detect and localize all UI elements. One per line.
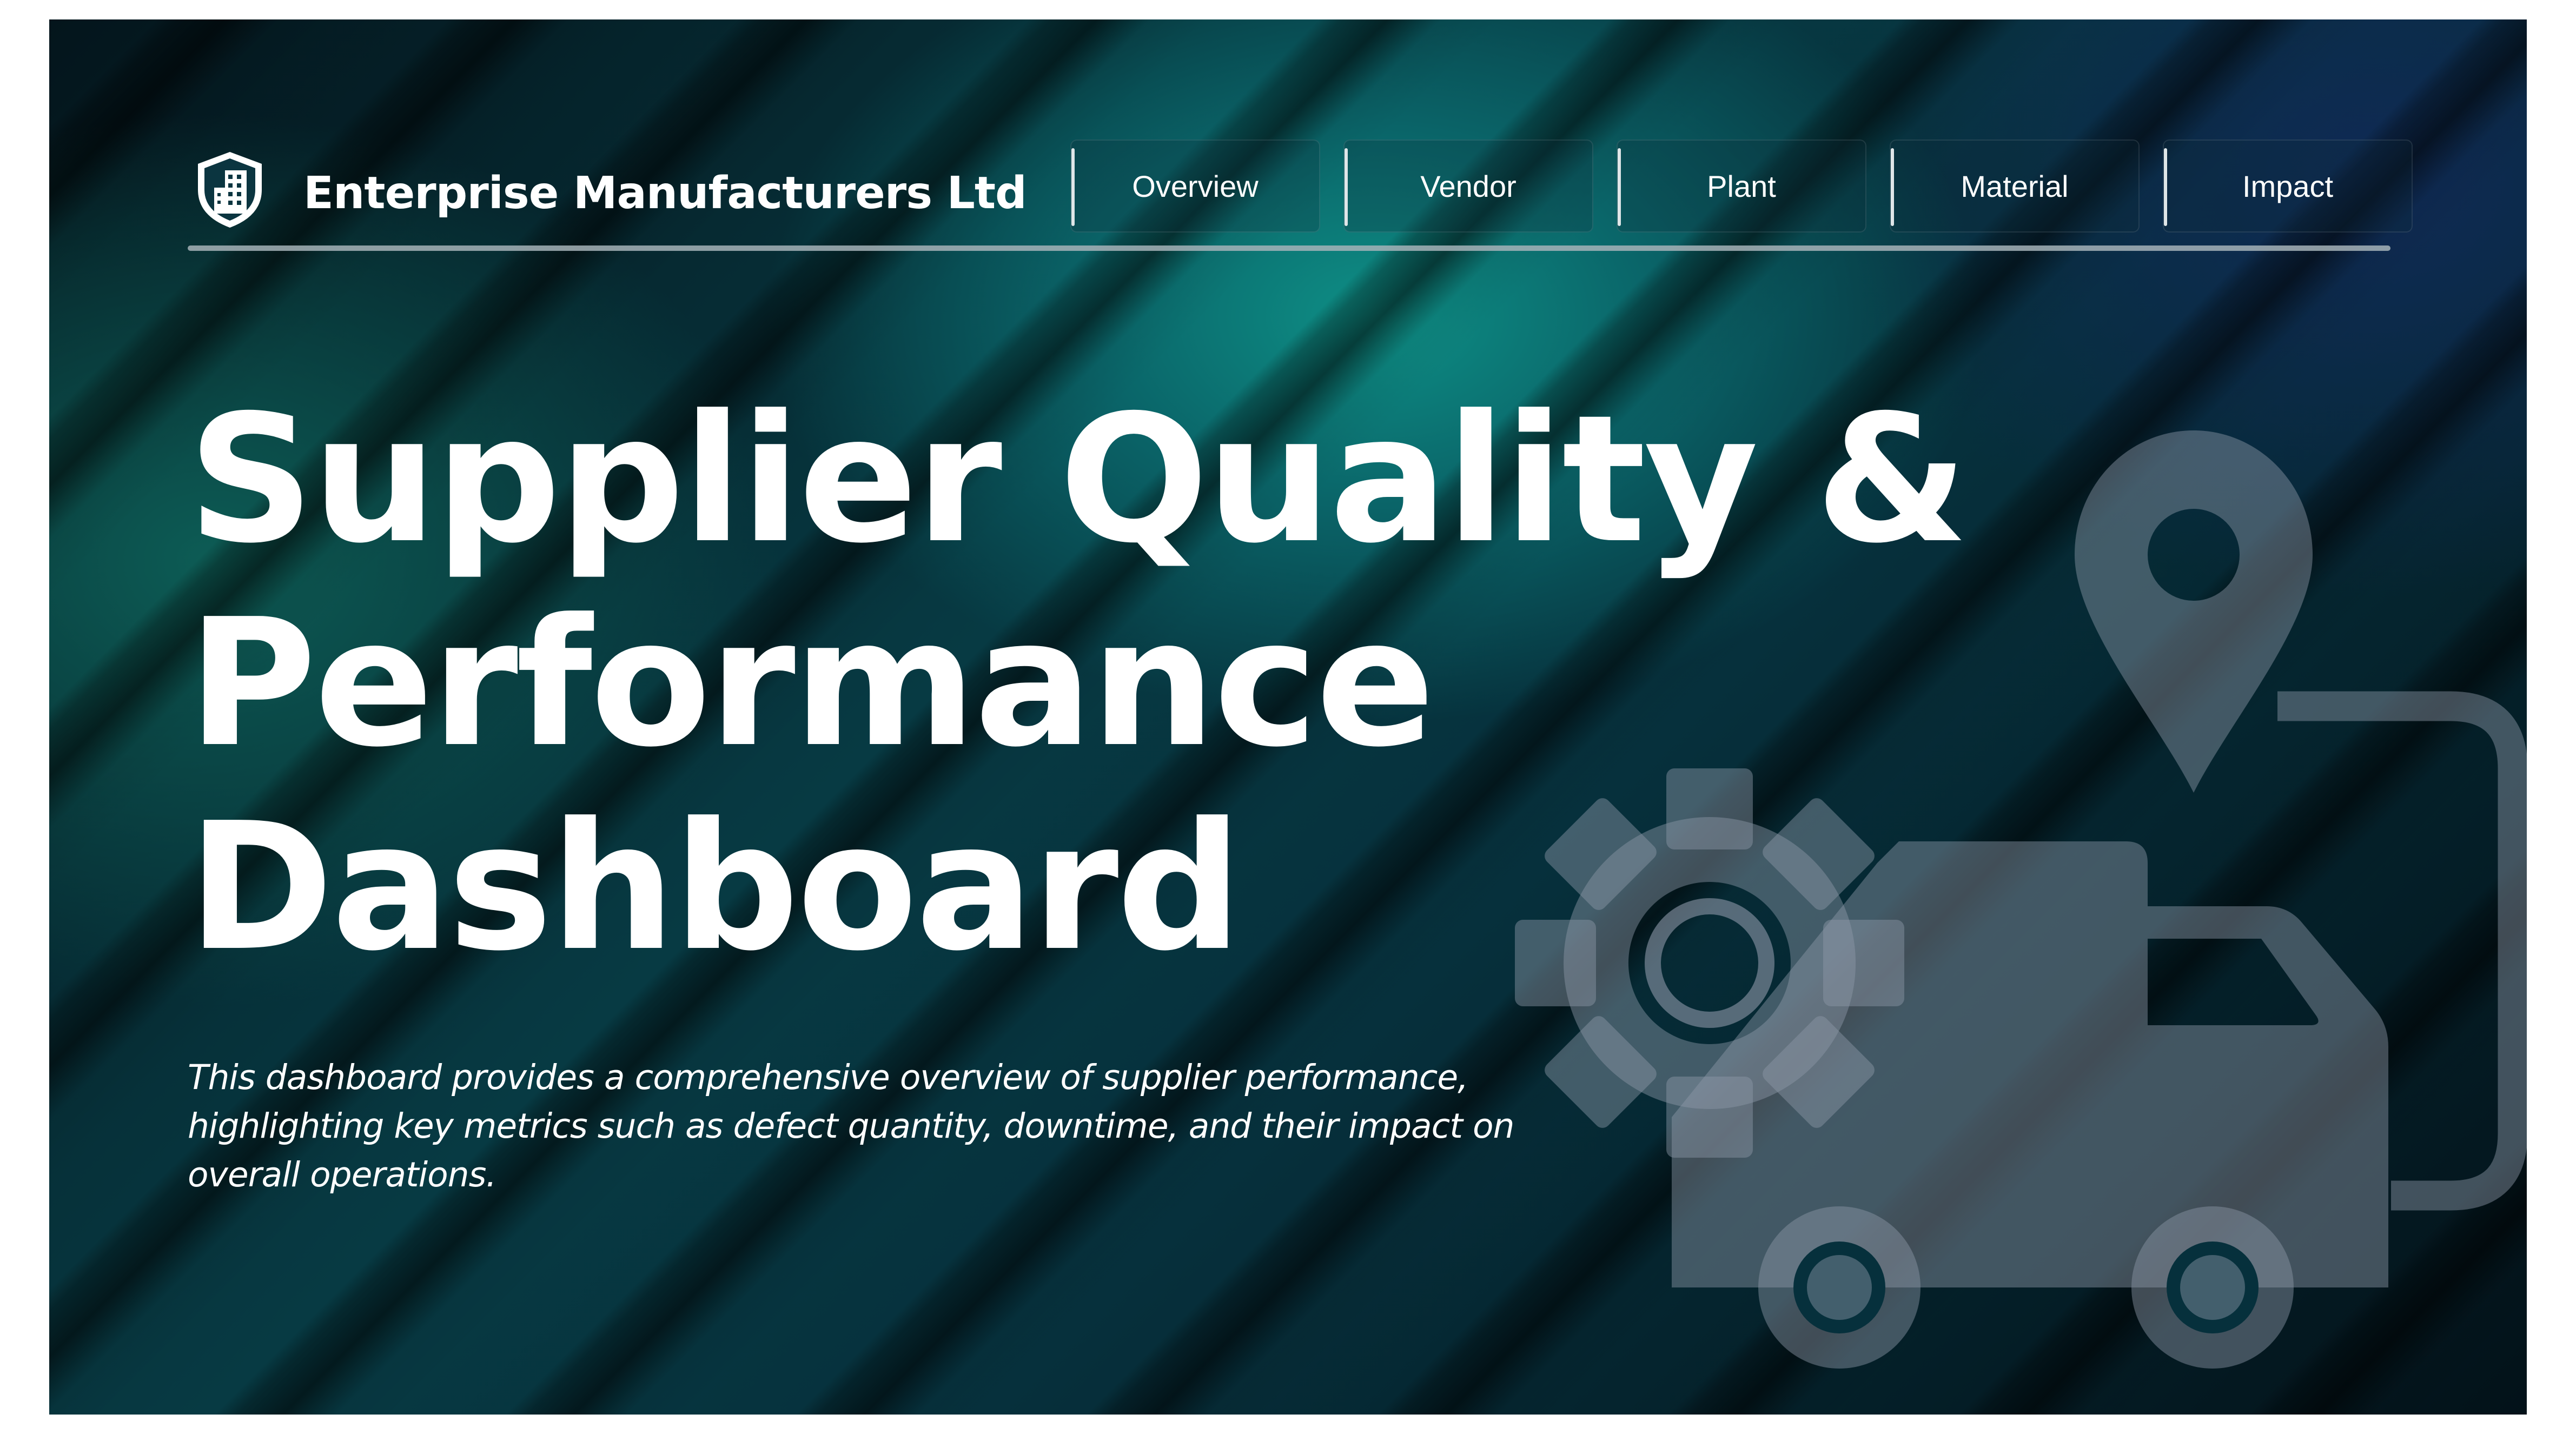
nav-tab-vendor[interactable]: Vendor (1343, 140, 1593, 233)
nav-tab-label: Plant (1707, 169, 1776, 203)
dashboard-cover: Enterprise Manufacturers Ltd Overview Ve… (49, 19, 2527, 1415)
description-line: This dashboard provides a comprehensive … (188, 1058, 1468, 1097)
description-line: overall operations. (188, 1155, 496, 1194)
title-line: Dashboard (188, 785, 1242, 990)
nav-tab-label: Material (1961, 169, 2069, 203)
description-line: highlighting key metrics such as defect … (188, 1106, 1514, 1146)
company-name: Enterprise Manufacturers Ltd (303, 168, 1027, 219)
title-line: Performance (188, 581, 1435, 786)
dashboard-description: This dashboard provides a comprehensive … (188, 1053, 1648, 1199)
nav-tab-label: Impact (2242, 169, 2334, 203)
nav-tab-impact[interactable]: Impact (2163, 140, 2413, 233)
title-line: Supplier Quality & (188, 377, 1969, 582)
nav-tab-material[interactable]: Material (1890, 140, 2140, 233)
nav-tab-label: Overview (1132, 169, 1259, 203)
shield-building-icon (198, 152, 262, 228)
page-title: Supplier Quality & Performance Dashboard (188, 377, 2189, 989)
nav-tab-label: Vendor (1420, 169, 1517, 203)
nav-tab-plant[interactable]: Plant (1617, 140, 1866, 233)
nav-tab-overview[interactable]: Overview (1070, 140, 1320, 233)
nav-divider (188, 245, 2390, 251)
